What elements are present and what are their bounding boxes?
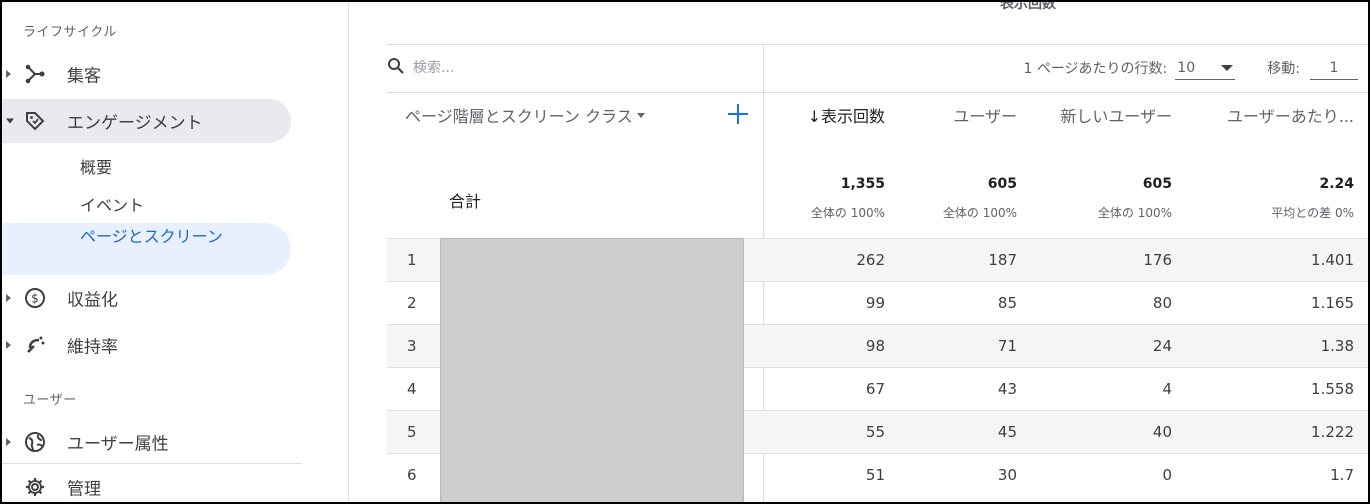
engagement-tag-icon	[24, 110, 46, 132]
sidebar-item-label: ユーザー属性	[67, 434, 169, 455]
table-cell: 1.38	[1320, 337, 1354, 355]
table-cell: 67	[865, 380, 885, 398]
sidebar-item-label: エンゲージメント	[67, 113, 203, 134]
table-cell: 30	[997, 466, 1017, 484]
table-cell: 0	[1162, 466, 1172, 484]
table-cell: 85	[997, 294, 1017, 312]
column-header-views[interactable]: ↓表示回数	[808, 103, 885, 127]
total-label: 合計	[449, 192, 482, 211]
table-search[interactable]	[387, 45, 763, 91]
column-header-users[interactable]: ユーザー	[953, 103, 1017, 127]
table-cell: 71	[997, 337, 1017, 355]
app-frame: ライフサイクル 集客 エンゲージメント 概要 イベント ページとスクリーン $ …	[0, 0, 1370, 504]
table-cell: 4	[1162, 380, 1172, 398]
expand-caret-icon	[6, 341, 11, 349]
sidebar-subitem-overview[interactable]: 概要	[80, 154, 112, 178]
total-value: 605	[987, 176, 1017, 192]
collapse-caret-icon	[6, 118, 14, 124]
section-label-lifecycle: ライフサイクル	[23, 25, 117, 40]
dimension-header-label: ページ階層とスクリーン クラス	[405, 107, 633, 126]
table-top-header-cut: 表示回数	[1000, 0, 1056, 12]
dropdown-arrow-icon	[636, 112, 645, 118]
total-subtext: 全体の 100%	[810, 206, 885, 220]
table-cell: 43	[997, 380, 1017, 398]
svg-text:$: $	[31, 292, 39, 306]
expand-caret-icon	[6, 438, 11, 446]
expand-caret-icon	[6, 70, 11, 78]
sidebar-item-label: 管理	[67, 479, 101, 500]
table-cell: 1.401	[1311, 251, 1354, 269]
gear-icon	[24, 476, 46, 498]
row-index: 4	[407, 380, 417, 398]
redaction-block	[440, 238, 744, 502]
goto-label: 移動:	[1267, 61, 1300, 77]
total-value: 1,355	[840, 176, 885, 192]
add-dimension-button[interactable]	[726, 102, 750, 126]
row-index: 1	[407, 251, 417, 269]
row-index: 6	[407, 466, 417, 484]
column-header-new-users[interactable]: 新しいユーザー	[1060, 103, 1172, 127]
table-cell: 51	[865, 466, 885, 484]
rows-per-page-value: 10	[1177, 59, 1196, 76]
table-cell: 187	[988, 251, 1017, 269]
sidebar: ライフサイクル 集客 エンゲージメント 概要 イベント ページとスクリーン $ …	[2, 2, 349, 502]
sidebar-item-label: 維持率	[67, 337, 118, 358]
goto-page-input[interactable]	[1310, 56, 1358, 80]
table-cell: 80	[1152, 294, 1172, 312]
table-cell: 1.165	[1311, 294, 1354, 312]
column-header-per-user[interactable]: ユーザーあたり...	[1227, 103, 1354, 127]
rows-per-page-select[interactable]: 10	[1175, 56, 1236, 80]
section-label-user: ユーザー	[23, 393, 77, 408]
sidebar-divider	[2, 463, 302, 464]
expand-caret-icon	[6, 294, 11, 302]
dollar-circle-icon: $	[24, 287, 46, 309]
table-cell: 55	[865, 423, 885, 441]
table-cell: 45	[997, 423, 1017, 441]
dropdown-arrow-icon	[1221, 64, 1234, 71]
sidebar-item-acquisition[interactable]: 集客	[2, 52, 291, 96]
search-input[interactable]	[413, 60, 713, 76]
table-cell: 1.7	[1330, 466, 1354, 484]
table-cell: 1.558	[1311, 380, 1354, 398]
total-value: 2.24	[1319, 176, 1354, 192]
dimension-selector[interactable]: ページ階層とスクリーン クラス	[405, 103, 645, 127]
row-index: 3	[407, 337, 417, 355]
sidebar-item-retention[interactable]: 維持率	[2, 323, 291, 367]
sidebar-item-admin[interactable]: 管理	[2, 465, 291, 502]
sidebar-item-engagement[interactable]: エンゲージメント	[2, 99, 291, 143]
table-cell: 176	[1143, 251, 1172, 269]
table-cell: 40	[1152, 423, 1172, 441]
sidebar-subitem-events[interactable]: イベント	[80, 192, 144, 216]
search-icon	[387, 57, 405, 79]
total-subtext: 平均との差 0%	[1271, 206, 1354, 220]
retention-icon	[24, 334, 46, 356]
table-cell: 1.222	[1311, 423, 1354, 441]
sidebar-item-demographics[interactable]: ユーザー属性	[2, 420, 291, 464]
table-cell: 98	[865, 337, 885, 355]
table-total-row: 合計 1,355 605 605 2.24 全体の 100% 全体の 100% …	[387, 157, 1368, 239]
rows-per-page-label: 1 ページあたりの行数:	[1023, 61, 1168, 77]
pagination-controls: 1 ページあたりの行数: 10 移動:	[1023, 45, 1358, 91]
total-value: 605	[1142, 176, 1172, 192]
table-cell: 262	[856, 251, 885, 269]
sidebar-item-label: 集客	[67, 66, 101, 87]
table-cell: 99	[865, 294, 885, 312]
row-index: 5	[407, 423, 417, 441]
sidebar-item-label: 収益化	[67, 290, 118, 311]
total-subtext: 全体の 100%	[1097, 206, 1172, 220]
globe-icon	[24, 431, 46, 453]
sidebar-item-monetization[interactable]: $ 収益化	[2, 276, 291, 320]
acquisition-icon	[24, 63, 46, 85]
row-index: 2	[407, 294, 417, 312]
total-subtext: 全体の 100%	[942, 206, 1017, 220]
table-cell: 24	[1152, 337, 1172, 355]
table-header-row: ページ階層とスクリーン クラス ↓表示回数 ユーザー 新しいユーザー ユーザーあ…	[387, 92, 1368, 134]
sidebar-subitem-pages-screens[interactable]: ページとスクリーン	[80, 224, 230, 249]
